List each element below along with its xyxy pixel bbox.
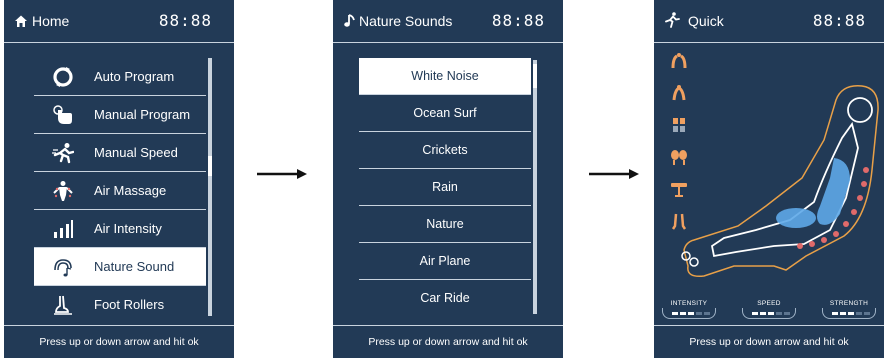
menu-item-label: Air Massage <box>94 183 167 198</box>
gauge-label: INTENSITY <box>670 300 708 307</box>
menu-item-air-intensity[interactable]: Air Intensity <box>34 209 206 247</box>
gauge-segment <box>848 312 854 315</box>
list-item[interactable]: Nature <box>359 205 531 242</box>
sound-list: White Noise Ocean Surf Crickets Rain Nat… <box>359 58 531 316</box>
home-header: Home 88:88 <box>4 0 234 43</box>
menu-item-label: Manual Speed <box>94 145 178 160</box>
menu-item-label: Manual Program <box>94 107 191 122</box>
music-note-icon <box>344 14 355 27</box>
running-person-icon <box>665 12 680 28</box>
menu-item-label: Foot Rollers <box>94 297 165 312</box>
gauge-segment <box>840 312 846 315</box>
gauge-segment <box>752 312 758 315</box>
gauge-level <box>832 312 870 315</box>
list-item[interactable]: Air Plane <box>359 242 531 279</box>
gauge-segment <box>784 312 790 315</box>
clock: 88:88 <box>812 11 866 30</box>
nature-sounds-screen: Nature Sounds 88:88 White Noise Ocean Su… <box>333 0 563 358</box>
gauge-segment <box>696 312 702 315</box>
speed-gauge[interactable]: SPEED <box>740 300 798 322</box>
gauge-level <box>752 312 790 315</box>
main-menu: Auto Program Manual Program Manual Speed <box>34 58 206 323</box>
shoulder-icon[interactable] <box>670 52 688 70</box>
list-item[interactable]: Ocean Surf <box>359 94 531 131</box>
menu-scrollbar[interactable] <box>208 58 212 316</box>
gauge-segment <box>680 312 686 315</box>
page-title: Home <box>32 13 70 29</box>
list-item[interactable]: Car Ride <box>359 279 531 316</box>
quick-screen: Quick 88:88 INTENSITY SPEED STRENGTH Pre… <box>654 0 884 358</box>
nature-sounds-header: Nature Sounds 88:88 <box>333 0 563 43</box>
clock: 88:88 <box>491 11 545 30</box>
air-massage-icon <box>53 181 73 201</box>
scrollbar-thumb[interactable] <box>533 64 537 88</box>
gauge-segment <box>760 312 766 315</box>
menu-item-foot-rollers[interactable]: Foot Rollers <box>34 285 206 323</box>
gauge-label: SPEED <box>757 300 781 307</box>
gauge-row: INTENSITY SPEED STRENGTH <box>660 300 878 324</box>
list-scrollbar[interactable] <box>533 60 537 314</box>
air-intensity-icon <box>54 220 73 238</box>
menu-item-manual-speed[interactable]: Manual Speed <box>34 133 206 171</box>
menu-item-label: Auto Program <box>94 69 175 84</box>
strength-gauge[interactable]: STRENGTH <box>820 300 878 322</box>
massage-chair-illustration <box>681 85 879 278</box>
list-item[interactable]: Rain <box>359 168 531 205</box>
home-screen: Home 88:88 Auto Program Manual Program M… <box>4 0 234 358</box>
gauge-segment <box>704 312 710 315</box>
gauge-segment <box>688 312 694 315</box>
quick-header: Quick 88:88 <box>654 0 884 43</box>
arrow-right-icon <box>589 169 639 179</box>
manual-speed-icon <box>52 143 74 164</box>
menu-item-manual-program[interactable]: Manual Program <box>34 95 206 133</box>
menu-item-label: Air Intensity <box>94 221 162 236</box>
gauge-segment <box>856 312 862 315</box>
gauge-segment <box>832 312 838 315</box>
clock: 88:88 <box>158 11 212 30</box>
menu-item-label: Nature Sound <box>94 259 175 274</box>
gauge-level <box>672 312 710 315</box>
intensity-gauge[interactable]: INTENSITY <box>660 300 718 322</box>
auto-program-icon <box>53 67 73 87</box>
foot-rollers-icon <box>54 295 72 315</box>
footer-hint: Press up or down arrow and hit ok <box>333 325 563 358</box>
gauge-label: STRENGTH <box>829 300 869 307</box>
arrow-right-icon <box>257 169 307 179</box>
gauge-segment <box>768 312 774 315</box>
manual-program-icon <box>53 105 72 124</box>
scrollbar-thumb[interactable] <box>208 156 212 176</box>
menu-item-auto-program[interactable]: Auto Program <box>34 58 206 95</box>
menu-item-air-massage[interactable]: Air Massage <box>34 171 206 209</box>
gauge-segment <box>864 312 870 315</box>
gauge-segment <box>672 312 678 315</box>
footer-hint: Press up or down arrow and hit ok <box>654 325 884 358</box>
list-item[interactable]: Crickets <box>359 131 531 168</box>
list-item[interactable]: White Noise <box>359 58 531 94</box>
gauge-segment <box>776 312 782 315</box>
page-title: Nature Sounds <box>359 13 453 29</box>
footer-hint: Press up or down arrow and hit ok <box>4 325 234 358</box>
page-title: Quick <box>688 13 724 29</box>
menu-item-nature-sound[interactable]: Nature Sound <box>34 247 206 285</box>
nature-sound-icon <box>54 259 72 277</box>
home-icon <box>15 15 27 27</box>
